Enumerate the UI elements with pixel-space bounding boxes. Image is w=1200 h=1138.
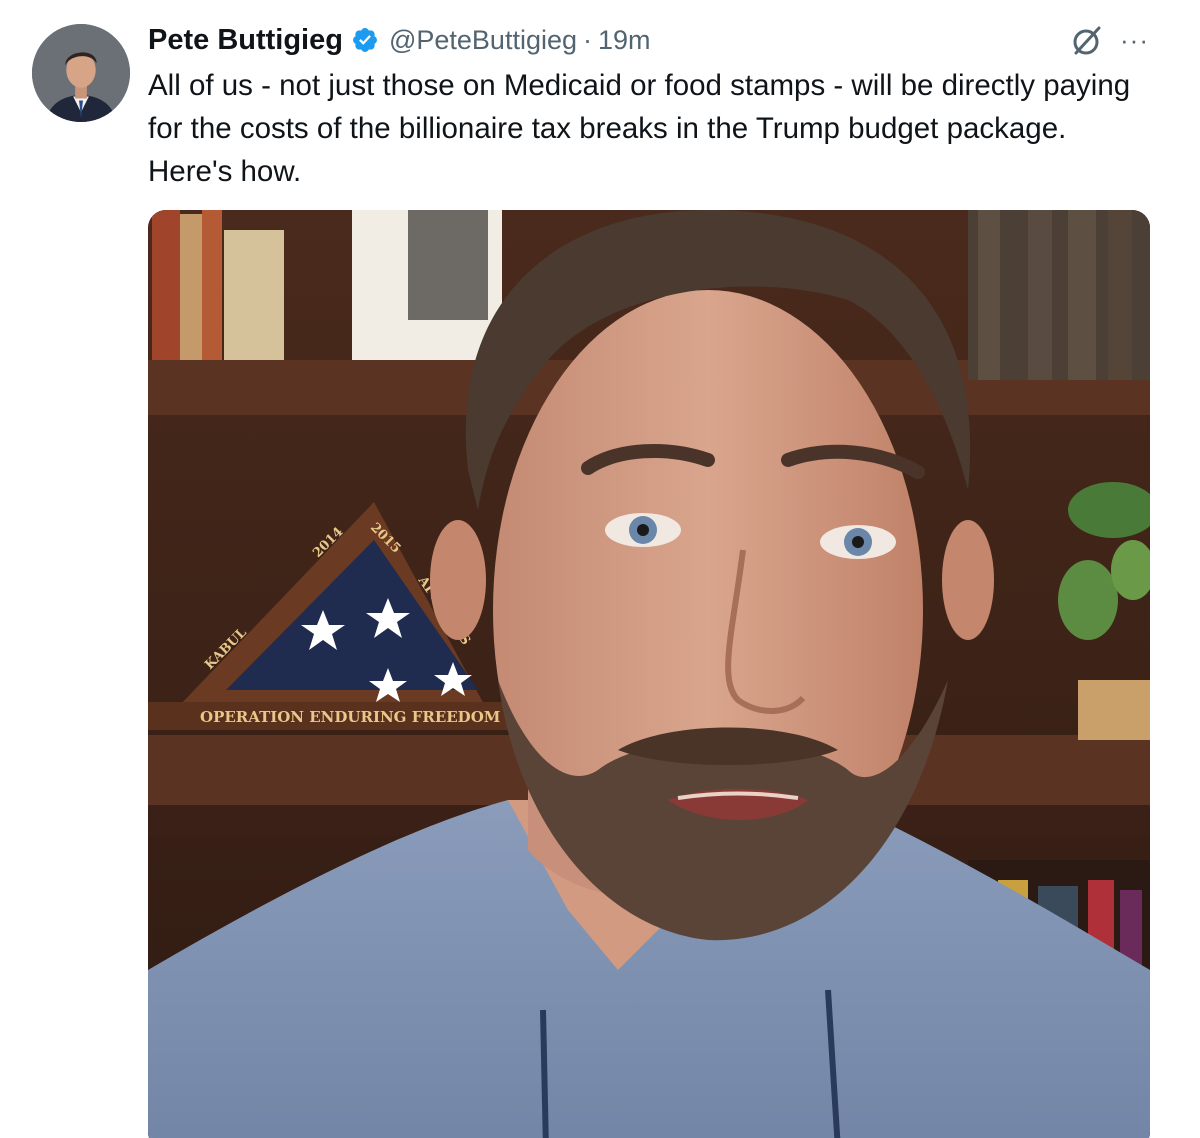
grok-icon[interactable] [1070,24,1104,58]
verified-badge-icon [353,28,377,52]
avatar-portrait [32,24,130,122]
tweet-header: Pete Buttigieg @PeteButtigieg · 19m [148,20,651,60]
avatar[interactable] [32,24,130,122]
timestamp[interactable]: 19m [598,25,651,56]
more-icon[interactable]: ··· [1120,25,1149,55]
separator-dot: · [583,24,592,55]
video-frame: 2014 2015 KABUL AFGHANIS OPERATION ENDUR… [148,210,1150,1138]
video-player[interactable]: 2014 2015 KABUL AFGHANIS OPERATION ENDUR… [148,210,1150,1138]
flag-case-plaque: OPERATION ENDURING FREEDOM [200,708,500,726]
display-name[interactable]: Pete Buttigieg [148,24,343,57]
handle[interactable]: @PeteButtigieg [389,25,577,56]
tweet-text: All of us - not just those on Medicaid o… [148,69,1131,188]
